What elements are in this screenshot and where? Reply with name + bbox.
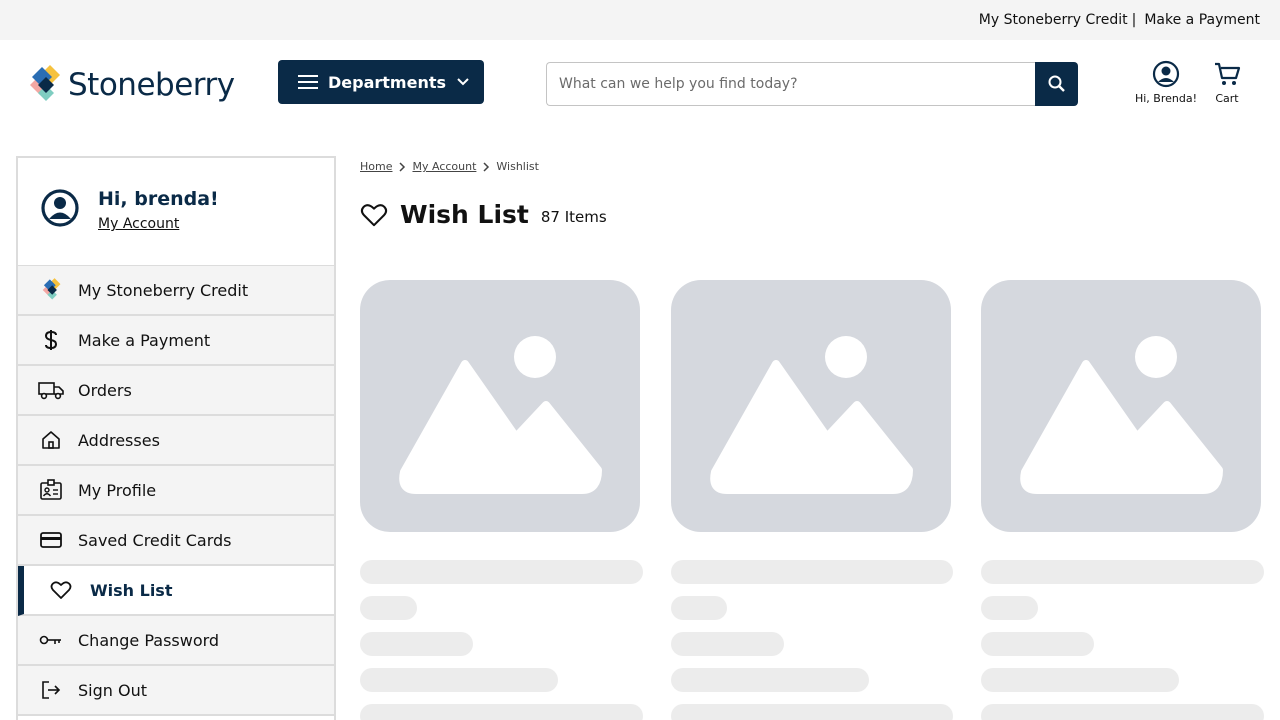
departments-label: Departments [328, 72, 447, 92]
page-title-row: Wish List 87 Items [360, 200, 607, 229]
sidebar-item-label: Addresses [78, 430, 160, 450]
product-card-placeholder [671, 280, 955, 720]
skeleton-line [981, 596, 1038, 620]
skeleton-line [671, 668, 869, 692]
breadcrumb-wishlist: Wishlist [496, 160, 539, 173]
sidebar-item-sign-out[interactable]: Sign Out [18, 666, 334, 716]
skeleton-line [360, 596, 417, 620]
image-placeholder [981, 280, 1261, 532]
account-caption: Hi, Brenda! [1134, 92, 1198, 105]
sidebar-item-change-password[interactable]: Change Password [18, 616, 334, 666]
chevron-right-icon [482, 161, 490, 172]
sidebar-item-label: My Stoneberry Credit [78, 280, 249, 300]
skeleton-line [360, 668, 558, 692]
page-title: Wish List [400, 200, 529, 229]
cart-caption: Cart [1215, 92, 1239, 105]
skeleton-line [360, 560, 643, 584]
truck-icon [38, 377, 64, 403]
sidebar-item-wish-list[interactable]: Wish List [18, 566, 334, 616]
image-placeholder [671, 280, 951, 532]
breadcrumb: Home My Account Wishlist [360, 160, 539, 173]
sidebar-item-label: Wish List [90, 580, 173, 600]
stoneberry-logo-icon [30, 65, 60, 101]
menu-icon [298, 75, 318, 89]
image-placeholder [360, 280, 640, 532]
home-icon [38, 427, 64, 453]
utility-bar: My Stoneberry Credit | Make a Payment [0, 0, 1280, 40]
search-icon [1048, 75, 1065, 92]
search-bar [546, 62, 1078, 106]
credit-card-icon [38, 527, 64, 553]
skeleton-line [671, 596, 727, 620]
dollar-icon [38, 327, 64, 353]
item-count: 87 Items [540, 207, 607, 226]
cart-link[interactable]: Cart [1208, 60, 1246, 105]
search-input[interactable] [546, 62, 1036, 106]
skeleton-line [981, 668, 1179, 692]
skeleton-line [671, 704, 953, 720]
account-link[interactable]: Hi, Brenda! [1130, 60, 1202, 105]
sidebar-item-addresses[interactable]: Addresses [18, 416, 334, 466]
my-stoneberry-credit-link[interactable]: My Stoneberry Credit [979, 12, 1128, 28]
stoneberry-logo-icon [38, 277, 64, 303]
logo-text: Stoneberry [68, 67, 235, 103]
greeting-panel: Hi, brenda! My Account [18, 158, 334, 266]
skeleton-line [360, 632, 473, 656]
product-card-placeholder [981, 280, 1265, 720]
search-button[interactable] [1035, 62, 1078, 106]
chevron-down-icon [457, 78, 469, 86]
image-placeholder-icon [710, 336, 913, 494]
breadcrumb-my-account[interactable]: My Account [412, 160, 476, 173]
sidebar-item-my-profile[interactable]: My Profile [18, 466, 334, 516]
key-icon [38, 627, 64, 653]
sidebar-item-label: Change Password [78, 630, 220, 650]
user-circle-icon [1152, 60, 1180, 88]
sidebar-item-label: Sign Out [78, 680, 147, 700]
chevron-right-icon [398, 161, 406, 172]
cart-icon [1215, 62, 1241, 85]
skeleton-line [671, 560, 953, 584]
id-card-icon [38, 477, 64, 503]
product-card-placeholder [360, 280, 644, 720]
user-avatar-icon [41, 189, 79, 227]
sidebar-item-label: Saved Credit Cards [78, 530, 232, 550]
sidebar-item-orders[interactable]: Orders [18, 366, 334, 416]
image-placeholder-icon [399, 336, 602, 494]
image-placeholder-icon [1020, 336, 1223, 494]
sidebar-item-label: Make a Payment [78, 330, 211, 350]
breadcrumb-home[interactable]: Home [360, 160, 392, 173]
account-sidebar: Hi, brenda! My Account My Stoneberry Cre… [16, 156, 336, 720]
sidebar-item-saved-credit-cards[interactable]: Saved Credit Cards [18, 516, 334, 566]
skeleton-line [360, 704, 643, 720]
departments-button[interactable]: Departments [278, 60, 484, 104]
sign-out-icon [38, 677, 64, 703]
make-a-payment-link[interactable]: Make a Payment [1144, 12, 1260, 28]
sidebar-item-my-stoneberry-credit[interactable]: My Stoneberry Credit [18, 266, 334, 316]
heart-icon [360, 203, 388, 226]
utility-links: My Stoneberry Credit | Make a Payment [979, 0, 1260, 40]
skeleton-line [671, 632, 784, 656]
utility-separator: | [1131, 12, 1137, 28]
skeleton-line [981, 704, 1264, 720]
my-account-link[interactable]: My Account [98, 216, 179, 232]
stoneberry-logo[interactable]: Stoneberry [24, 62, 235, 108]
sidebar-item-label: My Profile [78, 480, 157, 500]
greeting-text: Hi, brenda! [98, 188, 219, 210]
sidebar-item-make-a-payment[interactable]: Make a Payment [18, 316, 334, 366]
sidebar-item-label: Orders [78, 380, 132, 400]
skeleton-line [981, 632, 1094, 656]
heart-icon [48, 577, 74, 603]
skeleton-line [981, 560, 1264, 584]
